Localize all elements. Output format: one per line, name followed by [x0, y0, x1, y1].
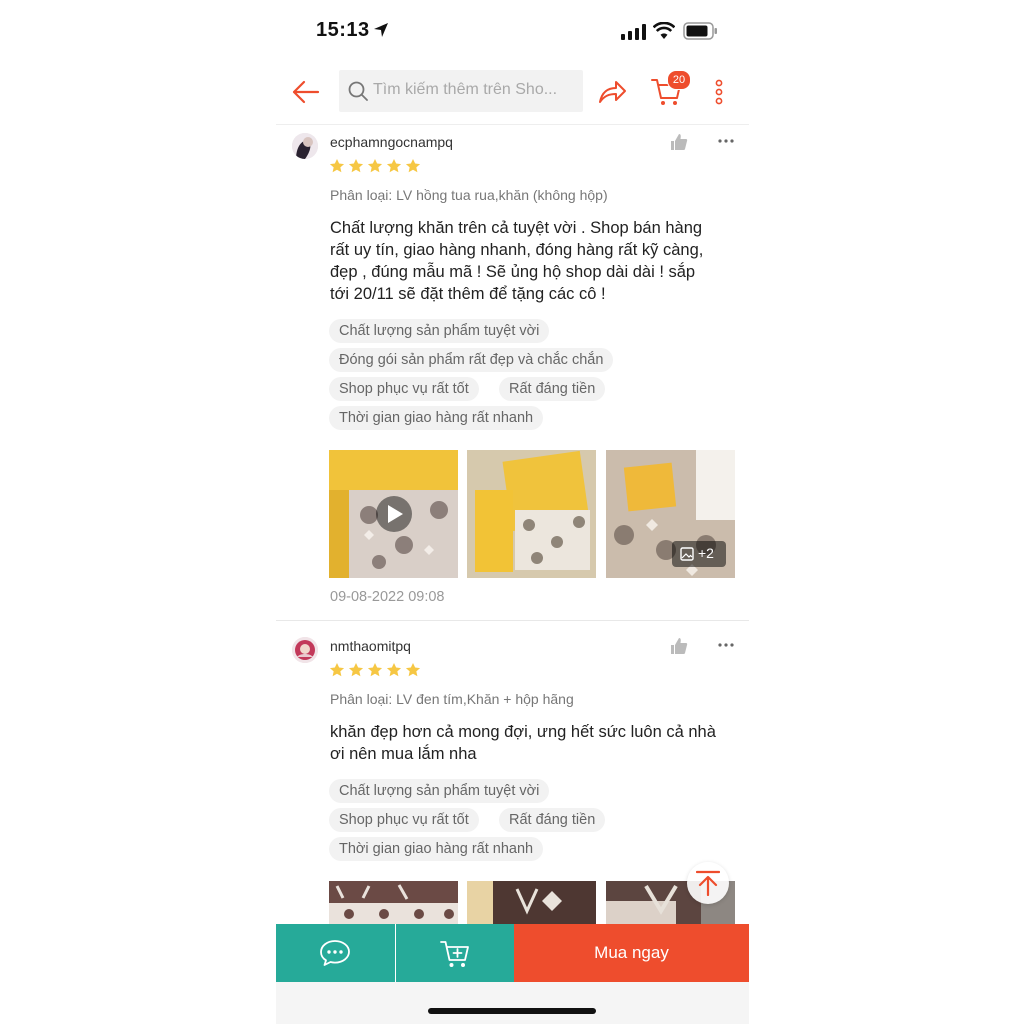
review-photo[interactable] — [467, 881, 596, 924]
review-tag: Đóng gói sản phẩm rất đẹp và chắc chắn — [329, 348, 614, 372]
cellular-signal-icon — [621, 24, 646, 40]
review-tag: Rất đáng tiền — [499, 377, 606, 401]
chat-icon — [320, 940, 350, 966]
status-time: 15:13 — [316, 19, 370, 41]
product-variant: Phân loại: LV hồng tua rua,khăn (không h… — [330, 187, 608, 203]
review-comment-line: ơi nên mua lắm nha — [330, 745, 477, 763]
back-arrow-icon[interactable] — [290, 76, 322, 108]
review-more-icon[interactable] — [718, 642, 734, 648]
review-photo[interactable] — [329, 881, 458, 924]
review-comment-line: tới 20/11 sẽ đặt thêm để tặng các cô ! — [330, 285, 606, 303]
product-variant: Phân loại: LV đen tím,Khăn + hộp hãng — [330, 691, 574, 707]
star-icon — [348, 663, 364, 677]
review-tag: Chất lượng sản phẩm tuyệt vời — [329, 319, 550, 343]
review-divider — [276, 620, 749, 621]
review-video-thumbnail[interactable] — [329, 450, 458, 578]
review-comment-line: Chất lượng khăn trên cả tuyệt vời . Shop… — [330, 219, 703, 237]
more-photos-count: +2 — [698, 545, 714, 561]
buy-now-button[interactable]: Mua ngay — [514, 924, 749, 982]
review-tag: Chất lượng sản phẩm tuyệt vời — [329, 779, 550, 803]
avatar[interactable] — [292, 637, 318, 663]
like-thumb-icon[interactable] — [670, 637, 688, 655]
star-rating — [329, 662, 421, 678]
review-item: nmthaomitpq Phân loại: LV đen tím,Khăn +… — [276, 628, 749, 924]
status-bar: 15:13 — [276, 0, 749, 62]
add-to-cart-button[interactable] — [396, 924, 514, 982]
star-icon — [367, 663, 383, 677]
more-photos-overlay: +2 — [672, 541, 726, 567]
review-comment-line: rất uy tín, giao hàng nhanh, đóng hàng r… — [330, 241, 704, 259]
review-photo[interactable]: +2 — [606, 450, 735, 578]
star-icon — [348, 159, 364, 173]
image-icon — [680, 547, 694, 561]
add-to-cart-icon — [440, 941, 469, 967]
phone-screen: 15:13 Tìm kiếm thêm trên Sho... 20 ecpha… — [276, 0, 749, 1024]
like-thumb-icon[interactable] — [670, 133, 688, 151]
battery-icon — [683, 22, 717, 40]
review-more-icon[interactable] — [718, 138, 734, 144]
review-comment-line: khăn đẹp hơn cả mong đợi, ưng hết sức lu… — [330, 723, 716, 741]
home-indicator-area — [276, 982, 749, 1024]
review-comment-line: đẹp , đúng mẫu mã ! Sẽ ủng hộ shop dài d… — [330, 263, 696, 281]
review-comment: Chất lượng khăn trên cả tuyệt vời . Shop… — [330, 217, 740, 305]
star-icon — [386, 663, 402, 677]
search-icon — [348, 81, 368, 101]
review-tag: Shop phục vụ rất tốt — [329, 377, 479, 401]
cart-count-badge: 20 — [667, 70, 691, 90]
star-icon — [367, 159, 383, 173]
avatar[interactable] — [292, 133, 318, 159]
reviewer-name: ecphamngocnampq — [330, 134, 453, 150]
star-icon — [329, 663, 345, 677]
review-comment: khăn đẹp hơn cả mong đợi, ưng hết sức lu… — [330, 721, 740, 765]
reviewer-name: nmthaomitpq — [330, 638, 411, 654]
search-placeholder: Tìm kiếm thêm trên Sho... — [373, 81, 558, 98]
star-icon — [329, 159, 345, 173]
search-input[interactable]: Tìm kiếm thêm trên Sho... — [339, 70, 583, 112]
review-date: 09-08-2022 09:08 — [330, 589, 445, 605]
review-tag: Thời gian giao hàng rất nhanh — [329, 406, 544, 430]
location-arrow-icon — [374, 23, 388, 37]
home-indicator[interactable] — [428, 1008, 596, 1014]
star-icon — [405, 159, 421, 173]
review-tag: Rất đáng tiền — [499, 808, 606, 832]
star-rating — [329, 158, 421, 174]
bottom-action-bar: Mua ngay — [276, 924, 749, 982]
more-options-icon[interactable] — [712, 78, 726, 106]
star-icon — [405, 663, 421, 677]
chat-button[interactable] — [276, 924, 395, 982]
review-tag: Shop phục vụ rất tốt — [329, 808, 479, 832]
review-tag: Thời gian giao hàng rất nhanh — [329, 837, 544, 861]
review-item: ecphamngocnampq Phân loại: LV hồng tua r… — [276, 124, 749, 620]
review-photo[interactable] — [467, 450, 596, 578]
top-nav-bar: Tìm kiếm thêm trên Sho... 20 — [276, 62, 749, 125]
wifi-icon — [653, 22, 675, 39]
scroll-to-top-button[interactable] — [687, 862, 729, 904]
arrow-up-icon — [696, 870, 720, 896]
star-icon — [386, 159, 402, 173]
share-icon[interactable] — [596, 76, 628, 108]
